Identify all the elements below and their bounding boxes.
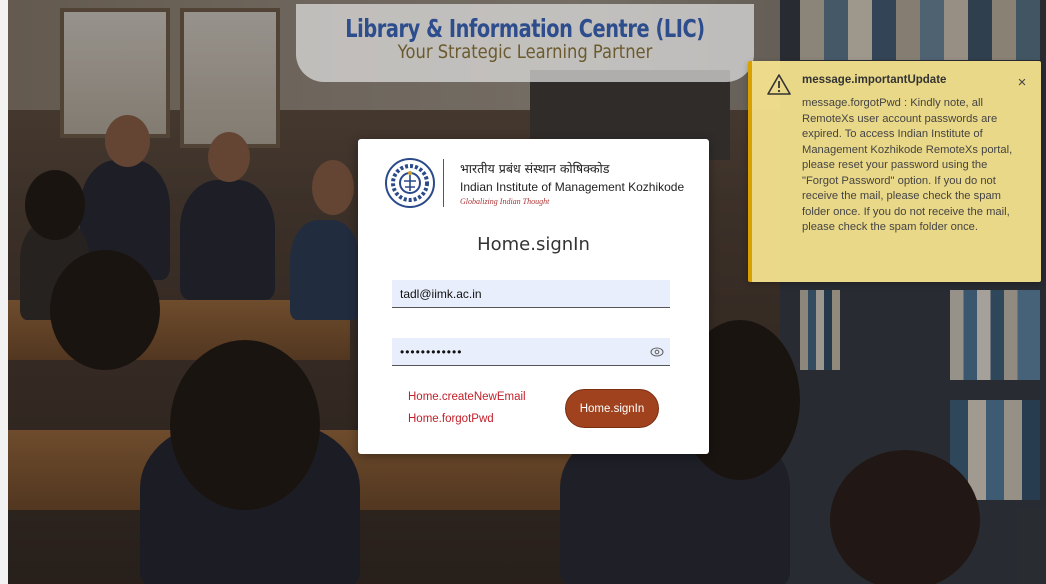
login-card: भारतीय प्रबंध संस्थान कोषिक्कोड Indian I… — [358, 139, 709, 454]
header-banner: Library & Information Centre (LIC) Your … — [296, 4, 754, 82]
institute-name-hindi: भारतीय प्रबंध संस्थान कोषिक्कोड — [460, 161, 610, 176]
toast-message: message.forgotPwd : Kindly note, all Rem… — [802, 97, 1013, 233]
iimk-emblem-icon — [385, 158, 435, 208]
signin-title: Home.signIn — [477, 234, 590, 255]
username-input[interactable] — [392, 280, 670, 308]
institute-header: भारतीय प्रबंध संस्थान कोषिक्कोड Indian I… — [384, 157, 694, 213]
create-new-email-link[interactable]: Home.createNewEmail — [408, 391, 526, 403]
institute-name-english: Indian Institute of Management Kozhikode — [460, 180, 685, 194]
toast-title: message.importantUpdate — [802, 74, 947, 86]
close-icon[interactable]: × — [1014, 75, 1030, 91]
logo-divider — [443, 159, 444, 207]
banner-title: Library & Information Centre (LIC) — [345, 14, 705, 43]
banner-subtitle: Your Strategic Learning Partner — [397, 41, 653, 63]
warning-icon — [767, 74, 791, 95]
institute-tagline: Globalizing Indian Thought — [460, 197, 550, 206]
left-edge-strip — [0, 0, 8, 584]
password-input[interactable] — [392, 338, 670, 366]
eye-icon[interactable] — [650, 345, 664, 359]
important-update-toast: message.importantUpdate × message.forgot… — [748, 61, 1041, 282]
signin-button[interactable]: Home.signIn — [565, 389, 659, 428]
forgot-password-link[interactable]: Home.forgotPwd — [408, 413, 494, 425]
